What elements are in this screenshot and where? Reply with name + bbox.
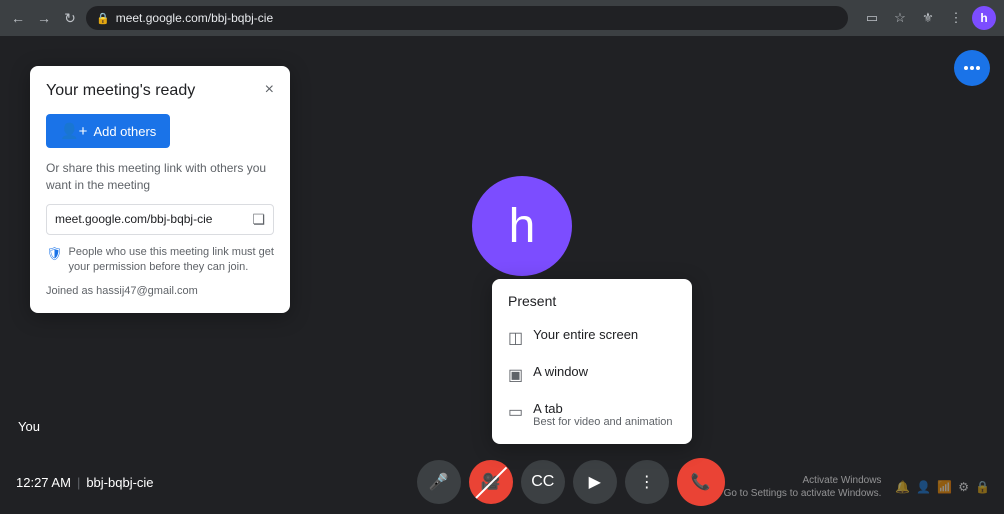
present-option-tab[interactable]: ▭ A tab Best for video and animation	[492, 393, 692, 436]
microphone-button[interactable]: 🎤	[417, 460, 461, 504]
more-options-button[interactable]	[954, 50, 990, 86]
windows-notice: Activate Windows Go to Settings to activ…	[724, 474, 990, 500]
present-option-window-text: A window	[533, 364, 588, 379]
tab-icon: ▭	[508, 402, 523, 422]
end-call-button[interactable]: 📞	[677, 458, 725, 506]
captions-button[interactable]: CC	[521, 460, 565, 504]
sys-icon-2: 👤	[916, 480, 931, 494]
present-screen-label: Your entire screen	[533, 327, 638, 342]
bottom-bar: 12:27 AM | bbj-bqbj-cie 🎤 🎥 CC ▶ ⋮ 📞	[0, 450, 1004, 514]
joined-as-text: Joined as hassij47@gmail.com	[46, 285, 274, 297]
menu-icon[interactable]: ⋮	[944, 6, 968, 30]
extensions-icon[interactable]: ⚜	[916, 6, 940, 30]
window-icon: ▣	[508, 365, 523, 385]
present-tab-label: A tab	[533, 401, 672, 416]
back-button[interactable]: ←	[8, 8, 28, 28]
activate-windows-line1: Activate Windows	[724, 474, 882, 487]
present-option-tab-text: A tab Best for video and animation	[533, 401, 672, 428]
captions-icon: CC	[531, 473, 554, 491]
card-header: Your meeting's ready ×	[46, 82, 274, 100]
present-title: Present	[492, 293, 692, 319]
present-window-label: A window	[533, 364, 588, 379]
end-call-icon: 📞	[691, 472, 711, 492]
url-text: meet.google.com/bbj-bqbj-cie	[116, 11, 273, 25]
present-option-window[interactable]: ▣ A window	[492, 356, 692, 393]
reload-button[interactable]: ↻	[60, 8, 80, 28]
meeting-area: Your meeting's ready × 👤+ Add others Or …	[0, 36, 1004, 514]
you-label: You	[18, 419, 40, 434]
ready-card: Your meeting's ready × 👤+ Add others Or …	[30, 66, 290, 313]
share-text: Or share this meeting link with others y…	[46, 160, 274, 194]
shield-icon: 🛡	[46, 246, 63, 262]
microphone-icon: 🎤	[429, 472, 449, 492]
user-avatar: h	[472, 176, 572, 276]
address-bar[interactable]: 🔒 meet.google.com/bbj-bqbj-cie	[86, 6, 848, 30]
forward-button[interactable]: →	[34, 8, 54, 28]
security-row: 🛡 People who use this meeting link must …	[46, 245, 274, 276]
avatar-initial: h	[509, 199, 536, 254]
add-person-icon: 👤+	[60, 122, 87, 140]
browser-toolbar: ▭ ☆ ⚜ ⋮ h	[860, 6, 996, 30]
activate-windows-line2: Go to Settings to activate Windows.	[724, 487, 882, 500]
present-icon: ▶	[589, 472, 601, 492]
copy-link-button[interactable]: ❏	[252, 211, 265, 228]
meeting-link: meet.google.com/bbj-bqbj-cie	[55, 212, 246, 226]
screen-icon: ◫	[508, 328, 523, 348]
more-controls-button[interactable]: ⋮	[625, 460, 669, 504]
meeting-time-info: 12:27 AM | bbj-bqbj-cie	[16, 475, 154, 490]
browser-chrome: ← → ↻ 🔒 meet.google.com/bbj-bqbj-cie ▭ ☆…	[0, 0, 1004, 36]
security-text: People who use this meeting link must ge…	[69, 245, 274, 276]
time-display: 12:27 AM	[16, 475, 71, 490]
time-divider: |	[77, 475, 80, 490]
present-option-screen-text: Your entire screen	[533, 327, 638, 342]
sys-icon-5: 🔒	[975, 480, 990, 494]
present-tab-sub: Best for video and animation	[533, 416, 672, 428]
profile-button[interactable]: h	[972, 6, 996, 30]
sys-icon-3: 📶	[937, 480, 952, 494]
camera-button[interactable]: 🎥	[469, 460, 513, 504]
bookmark-icon[interactable]: ☆	[888, 6, 912, 30]
add-others-label: Add others	[93, 124, 156, 139]
link-row: meet.google.com/bbj-bqbj-cie ❏	[46, 204, 274, 235]
cast-icon[interactable]: ▭	[860, 6, 884, 30]
card-title: Your meeting's ready	[46, 82, 195, 100]
present-menu: Present ◫ Your entire screen ▣ A window …	[492, 279, 692, 444]
lock-icon: 🔒	[96, 12, 110, 25]
dots-icon	[964, 66, 980, 70]
sys-icon-4: ⚙	[958, 480, 969, 494]
more-icon: ⋮	[639, 472, 655, 492]
close-button[interactable]: ×	[265, 82, 274, 98]
add-others-button[interactable]: 👤+ Add others	[46, 114, 170, 148]
meeting-code-display: bbj-bqbj-cie	[86, 475, 153, 490]
system-icons: 🔔 👤 📶 ⚙ 🔒	[895, 480, 990, 494]
present-option-screen[interactable]: ◫ Your entire screen	[492, 319, 692, 356]
windows-notice-text: Activate Windows Go to Settings to activ…	[724, 474, 882, 500]
present-button[interactable]: ▶	[573, 460, 617, 504]
sys-icon-1: 🔔	[895, 480, 910, 494]
